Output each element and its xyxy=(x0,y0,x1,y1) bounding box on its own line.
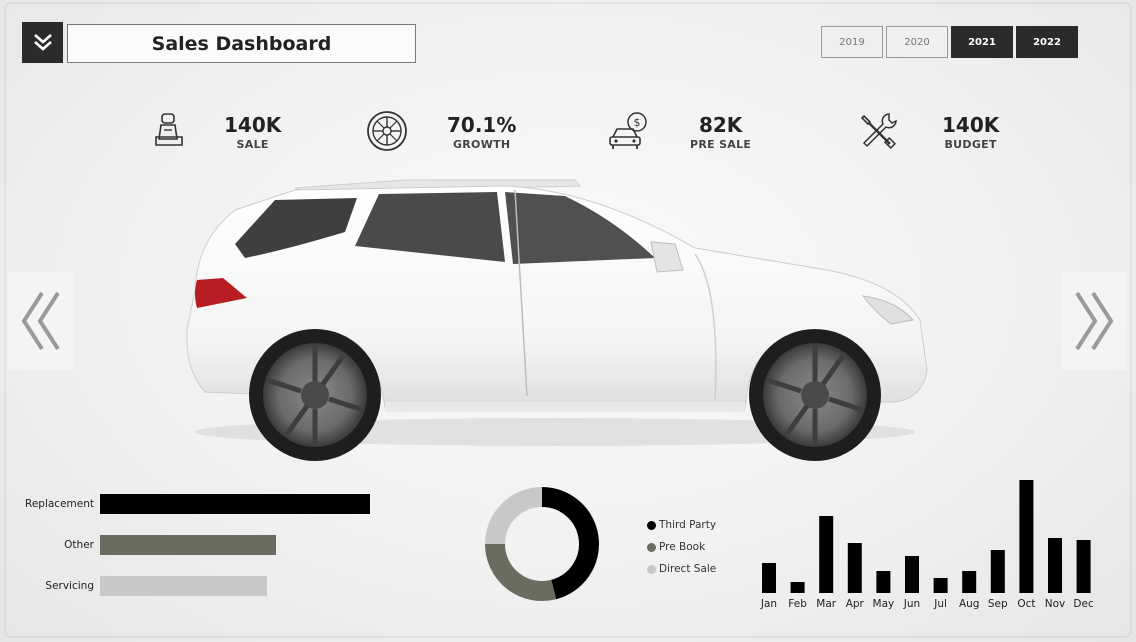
month-bar-jan[interactable] xyxy=(762,563,776,593)
year-button-2022[interactable]: 2022 xyxy=(1016,26,1078,58)
year-slicer: 2019 2020 2021 2022 xyxy=(821,26,1078,58)
month-bar-mar[interactable] xyxy=(819,516,834,593)
legend-dot-direct-sale xyxy=(647,564,656,574)
hbar-label-replacement: Replacement xyxy=(25,498,94,510)
month-bar-jul[interactable] xyxy=(933,578,948,593)
month-label-feb: Feb xyxy=(788,598,807,610)
month-label-mar: Mar xyxy=(816,598,836,610)
month-bar-apr[interactable] xyxy=(847,543,862,593)
month-label-sep: Sep xyxy=(988,598,1008,610)
car-seat-icon xyxy=(146,108,192,154)
car-image xyxy=(186,179,928,461)
month-bar-dec[interactable] xyxy=(1076,540,1091,593)
hbar-row-other: Other xyxy=(20,535,276,555)
legend-label-third-party: Third Party xyxy=(659,519,717,531)
hbar-servicing[interactable] xyxy=(100,576,267,596)
legend-item-pre-book[interactable]: Pre Book xyxy=(647,536,716,558)
kpi-pre-sale: $ 82K PRE SALE xyxy=(606,108,751,154)
chevron-double-left-icon xyxy=(21,291,60,351)
hbar-label-other: Other xyxy=(64,539,94,551)
hbar-replacement[interactable] xyxy=(100,494,370,514)
year-button-2021[interactable]: 2021 xyxy=(951,26,1013,58)
kpi-growth-value: 70.1% xyxy=(447,112,517,137)
hbar-label-servicing: Servicing xyxy=(45,580,94,592)
kpi-budget-value: 140K xyxy=(942,112,1000,137)
month-bar-may[interactable] xyxy=(876,571,891,593)
month-label-may: May xyxy=(873,598,895,610)
kpi-sale-value: 140K xyxy=(224,112,282,137)
legend-item-direct-sale[interactable]: Direct Sale xyxy=(647,558,716,580)
chevron-double-right-icon xyxy=(1075,291,1114,351)
svg-text:$: $ xyxy=(634,116,641,129)
hbar-row-replacement: Replacement xyxy=(20,494,370,514)
kpi-sale-label: SALE xyxy=(236,137,269,151)
car-dollar-icon: $ xyxy=(606,108,652,154)
year-button-2020[interactable]: 2020 xyxy=(886,26,948,58)
year-button-2019[interactable]: 2019 xyxy=(821,26,883,58)
month-bar-sep[interactable] xyxy=(990,550,1005,593)
donut-slice-third-party[interactable] xyxy=(541,487,599,600)
donut-slice-direct-sale[interactable] xyxy=(485,487,543,545)
month-label-dec: Dec xyxy=(1073,598,1094,610)
kpi-growth-label: GROWTH xyxy=(452,137,511,151)
legend-label-direct-sale: Direct Sale xyxy=(659,563,717,575)
month-label-aug: Aug xyxy=(959,598,980,610)
month-label-apr: Apr xyxy=(846,598,865,610)
hbar-other[interactable] xyxy=(100,535,276,555)
month-label-nov: Nov xyxy=(1045,598,1066,610)
chevron-double-down-icon xyxy=(33,33,52,51)
donut-slice-pre-book[interactable] xyxy=(485,543,557,601)
month-bar-oct[interactable] xyxy=(1019,480,1034,593)
legend-item-third-party[interactable]: Third Party xyxy=(647,514,716,536)
month-bar-feb[interactable] xyxy=(790,582,805,593)
donut-legend: Third Party Pre Book Direct Sale xyxy=(647,514,716,580)
kpi-pre-sale-label: PRE SALE xyxy=(690,137,752,151)
month-label-jan: Jan xyxy=(760,598,777,610)
legend-dot-third-party xyxy=(647,520,656,530)
month-label-jun: Jun xyxy=(903,598,920,610)
page-title: Sales Dashboard xyxy=(67,24,416,63)
legend-label-pre-book: Pre Book xyxy=(659,541,706,553)
tire-icon xyxy=(364,108,410,154)
month-bar-jun[interactable] xyxy=(905,556,919,593)
month-label-jul: Jul xyxy=(933,598,947,610)
month-label-oct: Oct xyxy=(1017,598,1035,610)
tools-icon xyxy=(854,108,900,154)
kpi-budget-label: BUDGET xyxy=(944,137,997,151)
menu-toggle-button[interactable] xyxy=(22,22,63,63)
month-bar-aug[interactable] xyxy=(962,571,977,593)
monthly-sales-column-chart: Jan Feb Mar Apr May Jun Jul Aug Sep Oct Nov Dec xyxy=(760,480,1094,610)
hbar-row-servicing: Servicing xyxy=(20,576,267,596)
sales-type-donut-chart xyxy=(485,487,599,601)
kpi-sale: 140K SALE xyxy=(146,108,281,154)
next-page-button[interactable] xyxy=(1061,272,1127,370)
previous-page-button[interactable] xyxy=(8,272,74,370)
kpi-pre-sale-value: 82K xyxy=(698,112,743,137)
kpi-growth: 70.1% GROWTH xyxy=(364,108,516,154)
kpi-budget: 140K BUDGET xyxy=(854,108,999,154)
legend-dot-pre-book xyxy=(647,542,656,552)
month-bar-nov[interactable] xyxy=(1048,538,1062,593)
